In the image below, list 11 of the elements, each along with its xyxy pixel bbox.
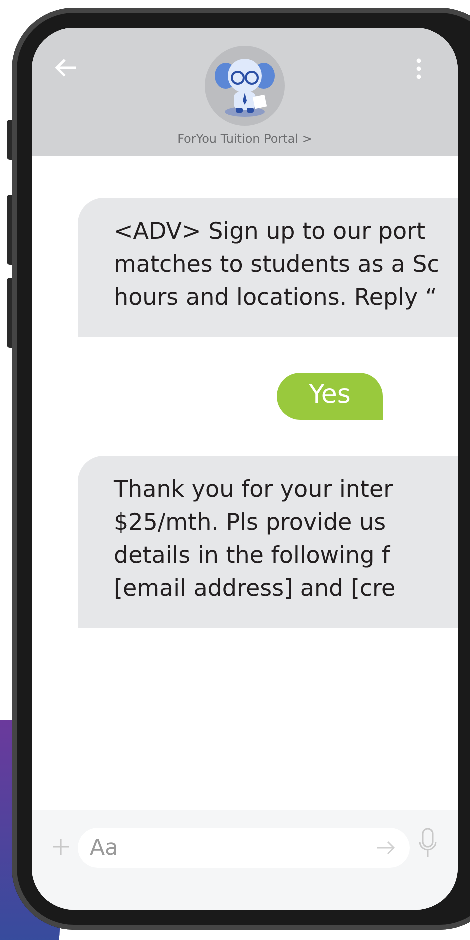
sent-message-bubble: Yes: [277, 373, 383, 420]
received-message-bubble: Thank you for your inter $25/mth. Pls provide us details in the following f [email address] and [cre: [78, 456, 458, 628]
send-arrow-icon[interactable]: [376, 841, 396, 855]
elephant-mascot-avatar[interactable]: [205, 46, 285, 126]
received-message-bubble: <ADV> Sign up to our port matches to students as a Sc hours and locations. Reply “: [78, 198, 458, 337]
message-input-field[interactable]: Aa: [78, 828, 410, 868]
contact-name[interactable]: ForYou Tuition Portal >: [178, 132, 312, 146]
microphone-icon[interactable]: [418, 828, 438, 858]
more-options-icon[interactable]: [416, 58, 422, 80]
back-arrow-icon[interactable]: [54, 58, 78, 78]
plus-icon[interactable]: [52, 838, 70, 856]
